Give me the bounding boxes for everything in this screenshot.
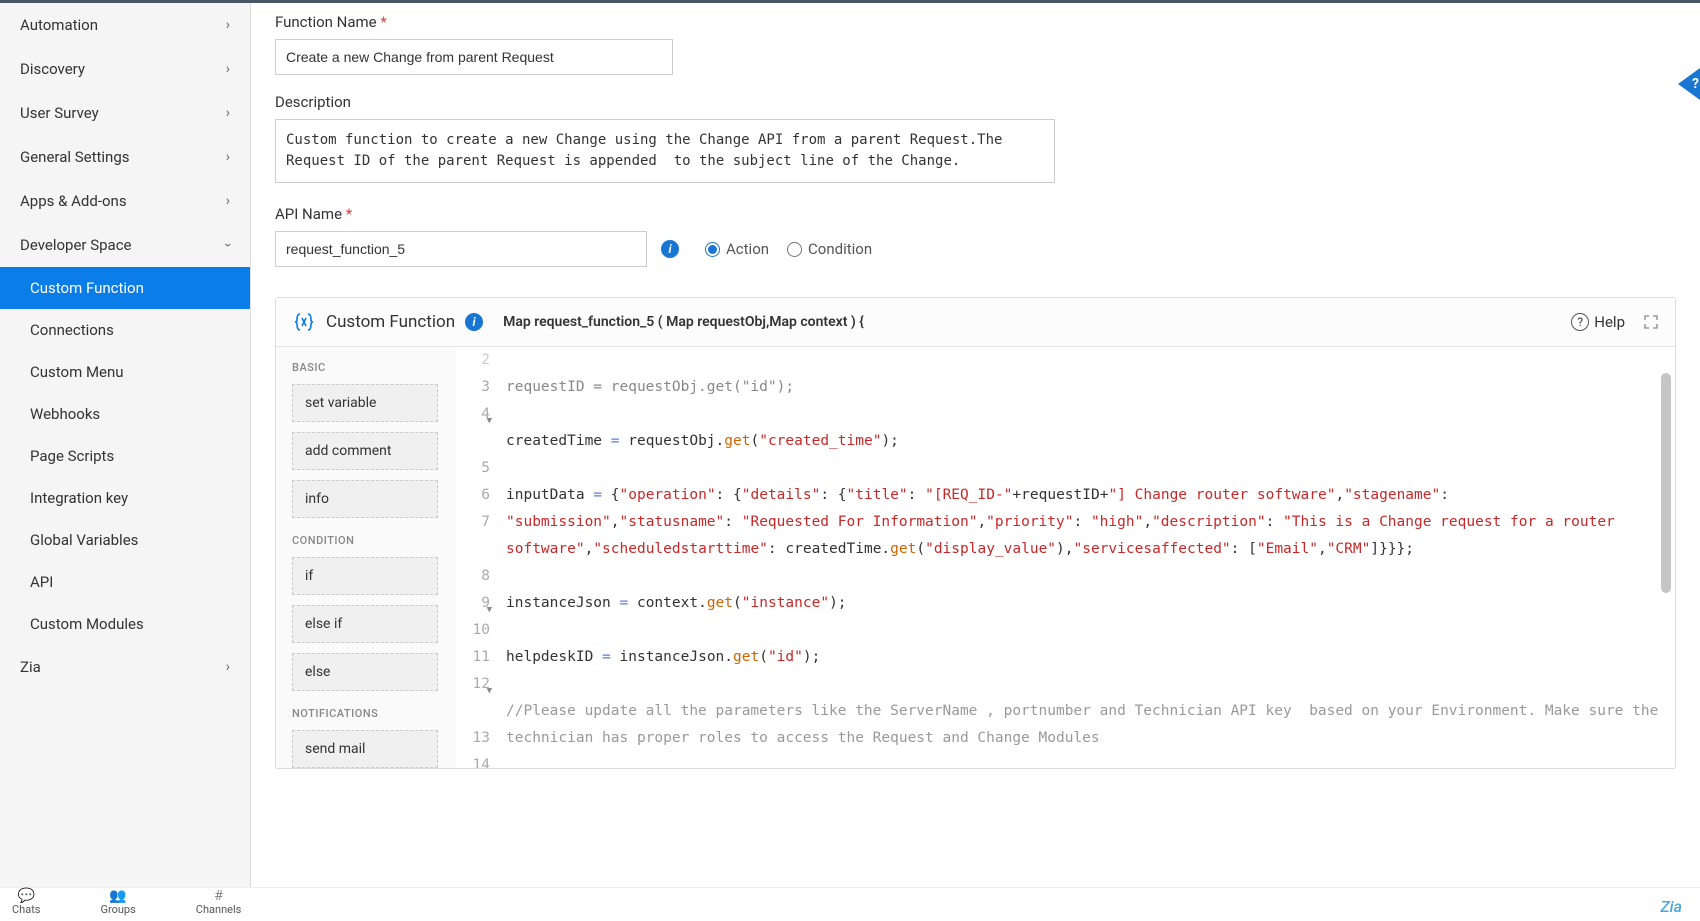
channels-icon: # xyxy=(214,889,223,904)
code-editor[interactable]: 2 3 4▼ 5 6 7 8 9▼ 10 11 12▼ 1 xyxy=(456,347,1675,768)
block-add-comment[interactable]: add comment xyxy=(292,432,438,470)
block-heading-condition: CONDITION xyxy=(292,534,440,547)
chevron-right-icon: › xyxy=(226,659,230,675)
sidebar-sub-page-scripts[interactable]: Page Scripts xyxy=(0,435,250,477)
sidebar-sub-custom-modules[interactable]: Custom Modules xyxy=(0,603,250,645)
api-name-input[interactable] xyxy=(275,231,647,267)
sidebar-item-apps-addons[interactable]: Apps & Add-ons› xyxy=(0,179,250,223)
chat-icon: 💬 xyxy=(18,889,35,904)
groups-icon: 👥 xyxy=(109,889,126,904)
help-icon: ? xyxy=(1571,313,1589,331)
chevron-right-icon: › xyxy=(226,61,230,77)
radio-action[interactable]: Action xyxy=(705,240,769,258)
sidebar-sub-connections[interactable]: Connections xyxy=(0,309,250,351)
radio-condition[interactable]: Condition xyxy=(787,240,872,258)
block-info[interactable]: info xyxy=(292,480,438,518)
editor-header: Custom Function i Map request_function_5… xyxy=(276,298,1675,347)
block-else-if[interactable]: else if xyxy=(292,605,438,643)
sidebar-item-zia[interactable]: Zia› xyxy=(0,645,250,689)
description-label: Description xyxy=(275,93,1676,111)
api-name-label: API Name * xyxy=(275,205,1676,223)
help-tab-icon[interactable]: ? xyxy=(1692,76,1699,92)
block-send-mail[interactable]: send mail xyxy=(292,730,438,768)
footer-chats[interactable]: 💬Chats xyxy=(12,889,40,916)
info-icon[interactable]: i xyxy=(465,313,483,331)
sidebar-sub-webhooks[interactable]: Webhooks xyxy=(0,393,250,435)
block-heading-basic: BASIC xyxy=(292,361,440,374)
footer-brand: Zia xyxy=(1660,897,1688,916)
chevron-right-icon: › xyxy=(226,193,230,209)
sidebar-item-automation[interactable]: Automation› xyxy=(0,3,250,47)
footer-groups[interactable]: 👥Groups xyxy=(100,889,135,916)
block-heading-notifications: NOTIFICATIONS xyxy=(292,707,440,720)
description-textarea[interactable]: Custom function to create a new Change u… xyxy=(275,119,1055,183)
editor-title: Custom Function xyxy=(326,312,455,332)
sidebar-sub-api[interactable]: API xyxy=(0,561,250,603)
sidebar: Automation› Discovery› User Survey› Gene… xyxy=(0,3,251,887)
info-icon[interactable]: i xyxy=(661,240,679,258)
chevron-right-icon: › xyxy=(226,149,230,165)
block-if[interactable]: if xyxy=(292,557,438,595)
function-name-input[interactable] xyxy=(275,39,673,75)
main-content: Function Name * Description Custom funct… xyxy=(251,3,1700,887)
blocks-panel: BASIC set variable add comment info COND… xyxy=(276,347,456,768)
expand-icon[interactable] xyxy=(1643,314,1659,330)
sidebar-sub-custom-function[interactable]: Custom Function xyxy=(0,267,250,309)
block-else[interactable]: else xyxy=(292,653,438,691)
function-name-label: Function Name * xyxy=(275,13,1676,31)
editor-panel: Custom Function i Map request_function_5… xyxy=(275,297,1676,769)
sidebar-sub-custom-menu[interactable]: Custom Menu xyxy=(0,351,250,393)
sidebar-item-general-settings[interactable]: General Settings› xyxy=(0,135,250,179)
sidebar-sub-global-variables[interactable]: Global Variables xyxy=(0,519,250,561)
sidebar-item-user-survey[interactable]: User Survey› xyxy=(0,91,250,135)
footer-bar: 💬Chats 👥Groups #Channels Zia xyxy=(0,887,1700,918)
sidebar-item-discovery[interactable]: Discovery› xyxy=(0,47,250,91)
footer-channels[interactable]: #Channels xyxy=(196,889,242,916)
function-signature: Map request_function_5 ( Map requestObj,… xyxy=(503,314,864,330)
sidebar-sub-integration-key[interactable]: Integration key xyxy=(0,477,250,519)
sidebar-item-developer-space[interactable]: Developer Space› xyxy=(0,223,250,267)
code-scrollbar[interactable] xyxy=(1661,373,1671,760)
block-set-variable[interactable]: set variable xyxy=(292,384,438,422)
chevron-right-icon: › xyxy=(226,105,230,121)
chevron-right-icon: › xyxy=(226,17,230,33)
custom-function-icon xyxy=(292,310,316,334)
chevron-down-icon: › xyxy=(220,243,236,247)
help-link[interactable]: ?Help xyxy=(1571,313,1625,331)
